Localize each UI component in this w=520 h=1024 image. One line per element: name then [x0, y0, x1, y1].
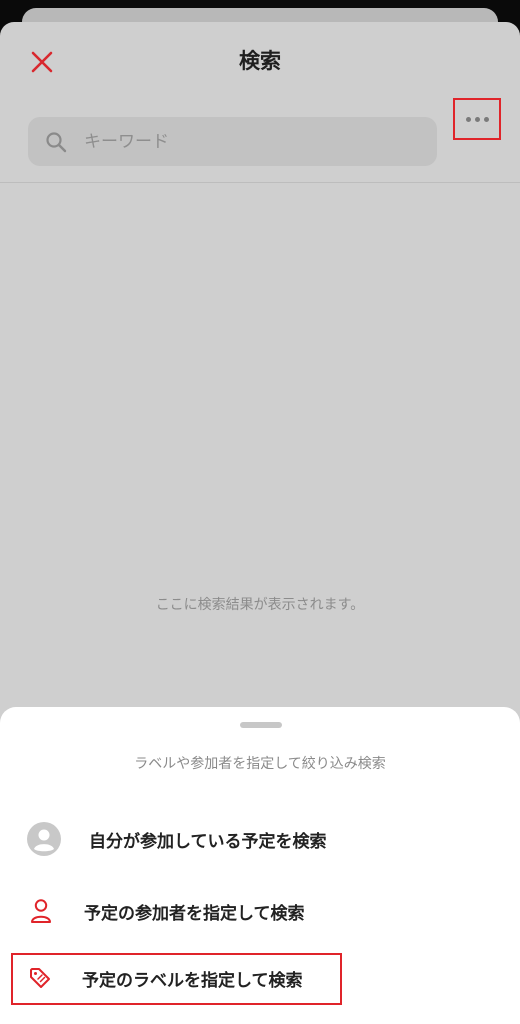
search-icon — [44, 130, 68, 154]
sheet-grabber[interactable] — [240, 722, 282, 728]
option-label: 予定の参加者を指定して検索 — [84, 903, 305, 924]
sheet-caption: ラベルや参加者を指定して絞り込み検索 — [134, 756, 386, 772]
page-title: 検索 — [239, 49, 281, 73]
person-icon — [31, 899, 51, 923]
search-bar — [0, 102, 520, 182]
option-by-participant[interactable]: 予定の参加者を指定して検索 — [0, 893, 520, 929]
option-label: 予定のラベルを指定して検索 — [82, 970, 303, 991]
option-by-label[interactable]: 予定のラベルを指定して検索 — [0, 951, 520, 1005]
search-box[interactable] — [28, 117, 437, 166]
more-options-button[interactable] — [453, 98, 501, 140]
filter-bottom-sheet: ラベルや参加者を指定して絞り込み検索 自分が参加している予定を検索 予定の参加者… — [0, 707, 520, 1024]
option-label: 自分が参加している予定を検索 — [89, 831, 327, 852]
user-avatar-icon — [27, 822, 61, 856]
empty-results-text: ここに検索結果が表示されます。 — [155, 597, 365, 613]
divider — [0, 182, 520, 183]
option-my-events[interactable]: 自分が参加している予定を検索 — [0, 817, 520, 861]
header: 検索 — [0, 22, 520, 102]
tag-icon — [30, 968, 50, 988]
more-horizontal-icon — [465, 116, 489, 122]
search-input[interactable] — [84, 131, 437, 152]
